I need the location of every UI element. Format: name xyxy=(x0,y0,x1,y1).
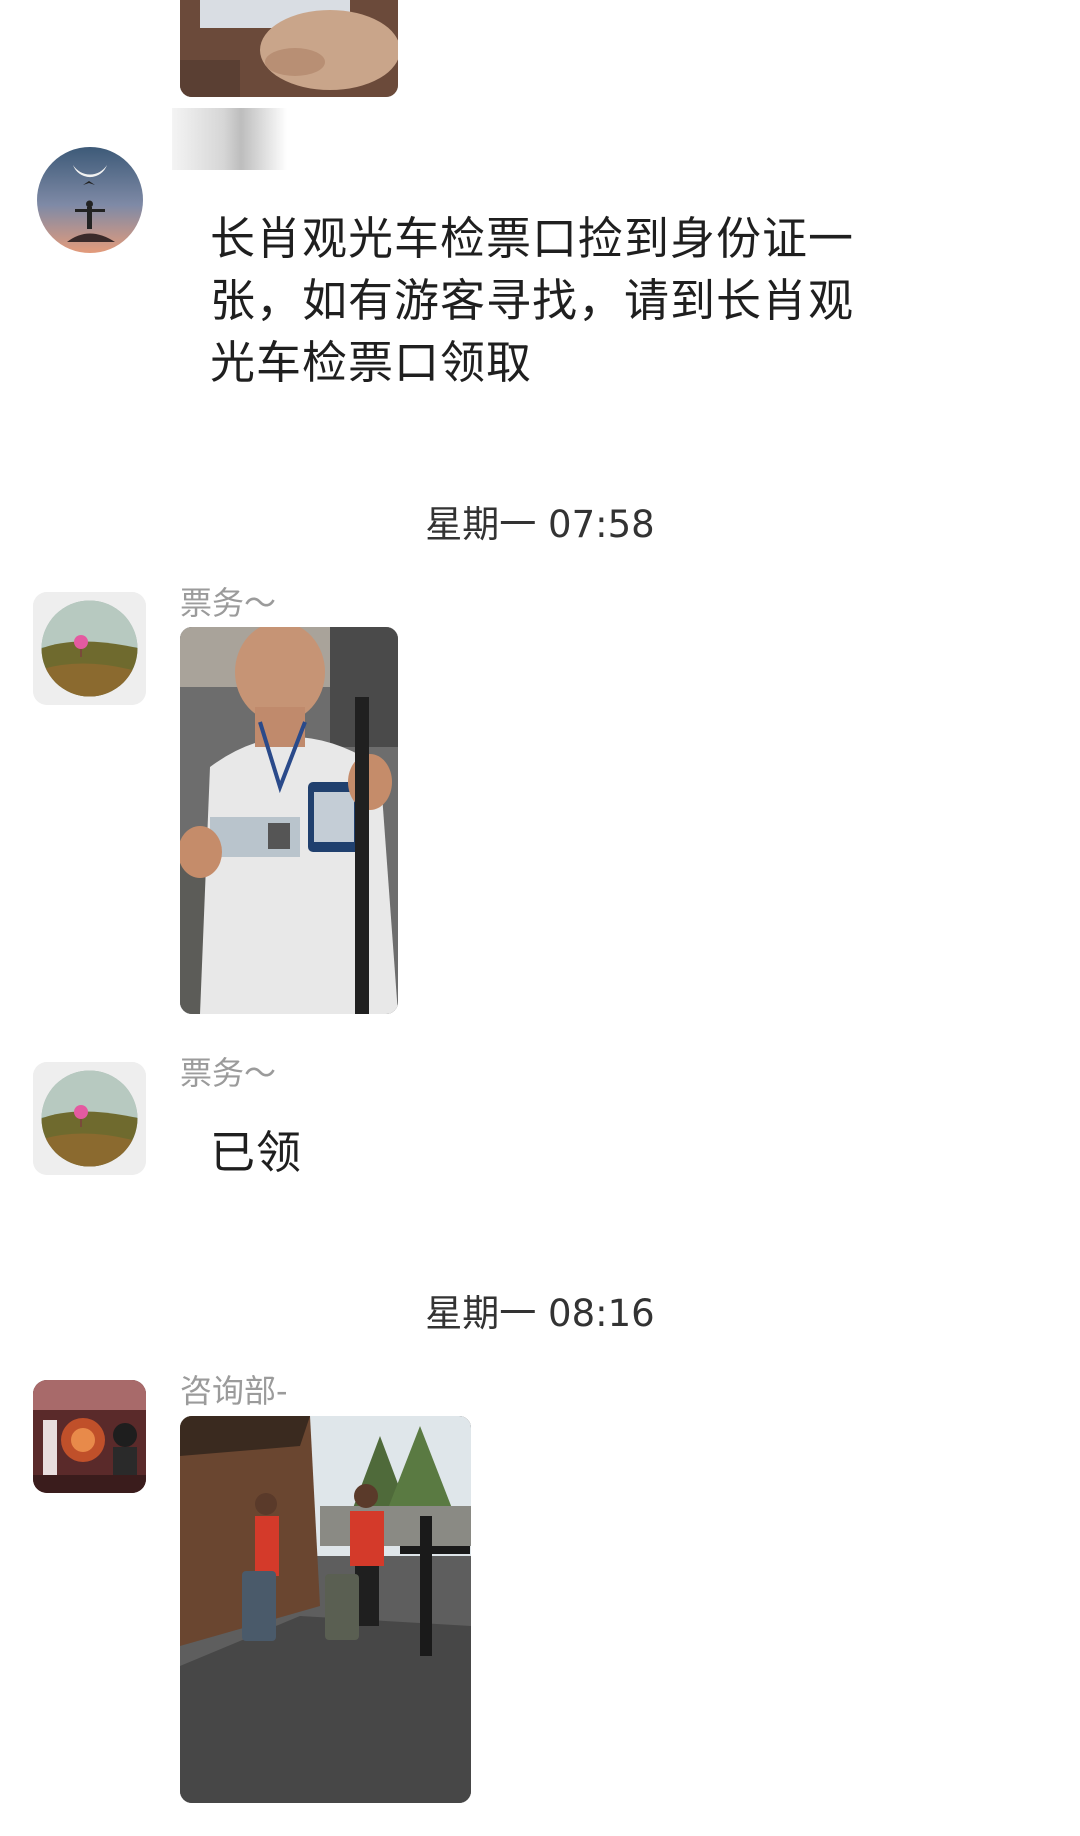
sender-name: 票务～ xyxy=(180,584,277,622)
timestamp: 星期一 07:58 xyxy=(425,503,655,546)
message-photo[interactable] xyxy=(180,1416,471,1803)
avatar[interactable] xyxy=(33,592,146,705)
avatar[interactable] xyxy=(33,1062,146,1175)
message-text[interactable]: 已领 xyxy=(210,1122,302,1184)
id-card-in-hand-image xyxy=(180,0,398,97)
avatar-balloon-landscape-image xyxy=(33,592,146,705)
avatar[interactable] xyxy=(37,147,143,253)
avatar-sunset-figure-image xyxy=(37,147,143,253)
staff-carrying-suitcases-image xyxy=(180,1416,471,1803)
avatar-festival-scene-image xyxy=(33,1380,146,1493)
message-text[interactable]: 长肖观光车检票口捡到身份证一 张，如有游客寻找，请到长肖观 光车检票口领取 xyxy=(210,208,854,394)
sender-name-redacted xyxy=(285,1015,400,1090)
sender-name: 票务～ xyxy=(180,1054,277,1092)
avatar[interactable] xyxy=(33,1380,146,1493)
staff-holding-id-card-image xyxy=(180,627,398,1014)
sender-name-redacted xyxy=(172,108,287,170)
sender-name-redacted xyxy=(285,575,400,625)
sender-name-redacted xyxy=(295,1366,365,1411)
chat-history: 长肖观光车检票口捡到身份证一 张，如有游客寻找，请到长肖观 光车检票口领取 星期… xyxy=(0,0,1080,1836)
message-line: 张，如有游客寻找，请到长肖观 xyxy=(210,274,855,327)
previous-message-photo[interactable] xyxy=(180,0,398,97)
timestamp: 星期一 08:16 xyxy=(425,1292,655,1335)
sender-name: 咨询部- xyxy=(180,1372,288,1410)
message-photo[interactable] xyxy=(180,627,398,1014)
avatar-balloon-landscape-image xyxy=(33,1062,146,1175)
message-line: 光车检票口领取 xyxy=(210,336,533,389)
message-line: 长肖观光车检票口捡到身份证一 xyxy=(210,212,855,265)
